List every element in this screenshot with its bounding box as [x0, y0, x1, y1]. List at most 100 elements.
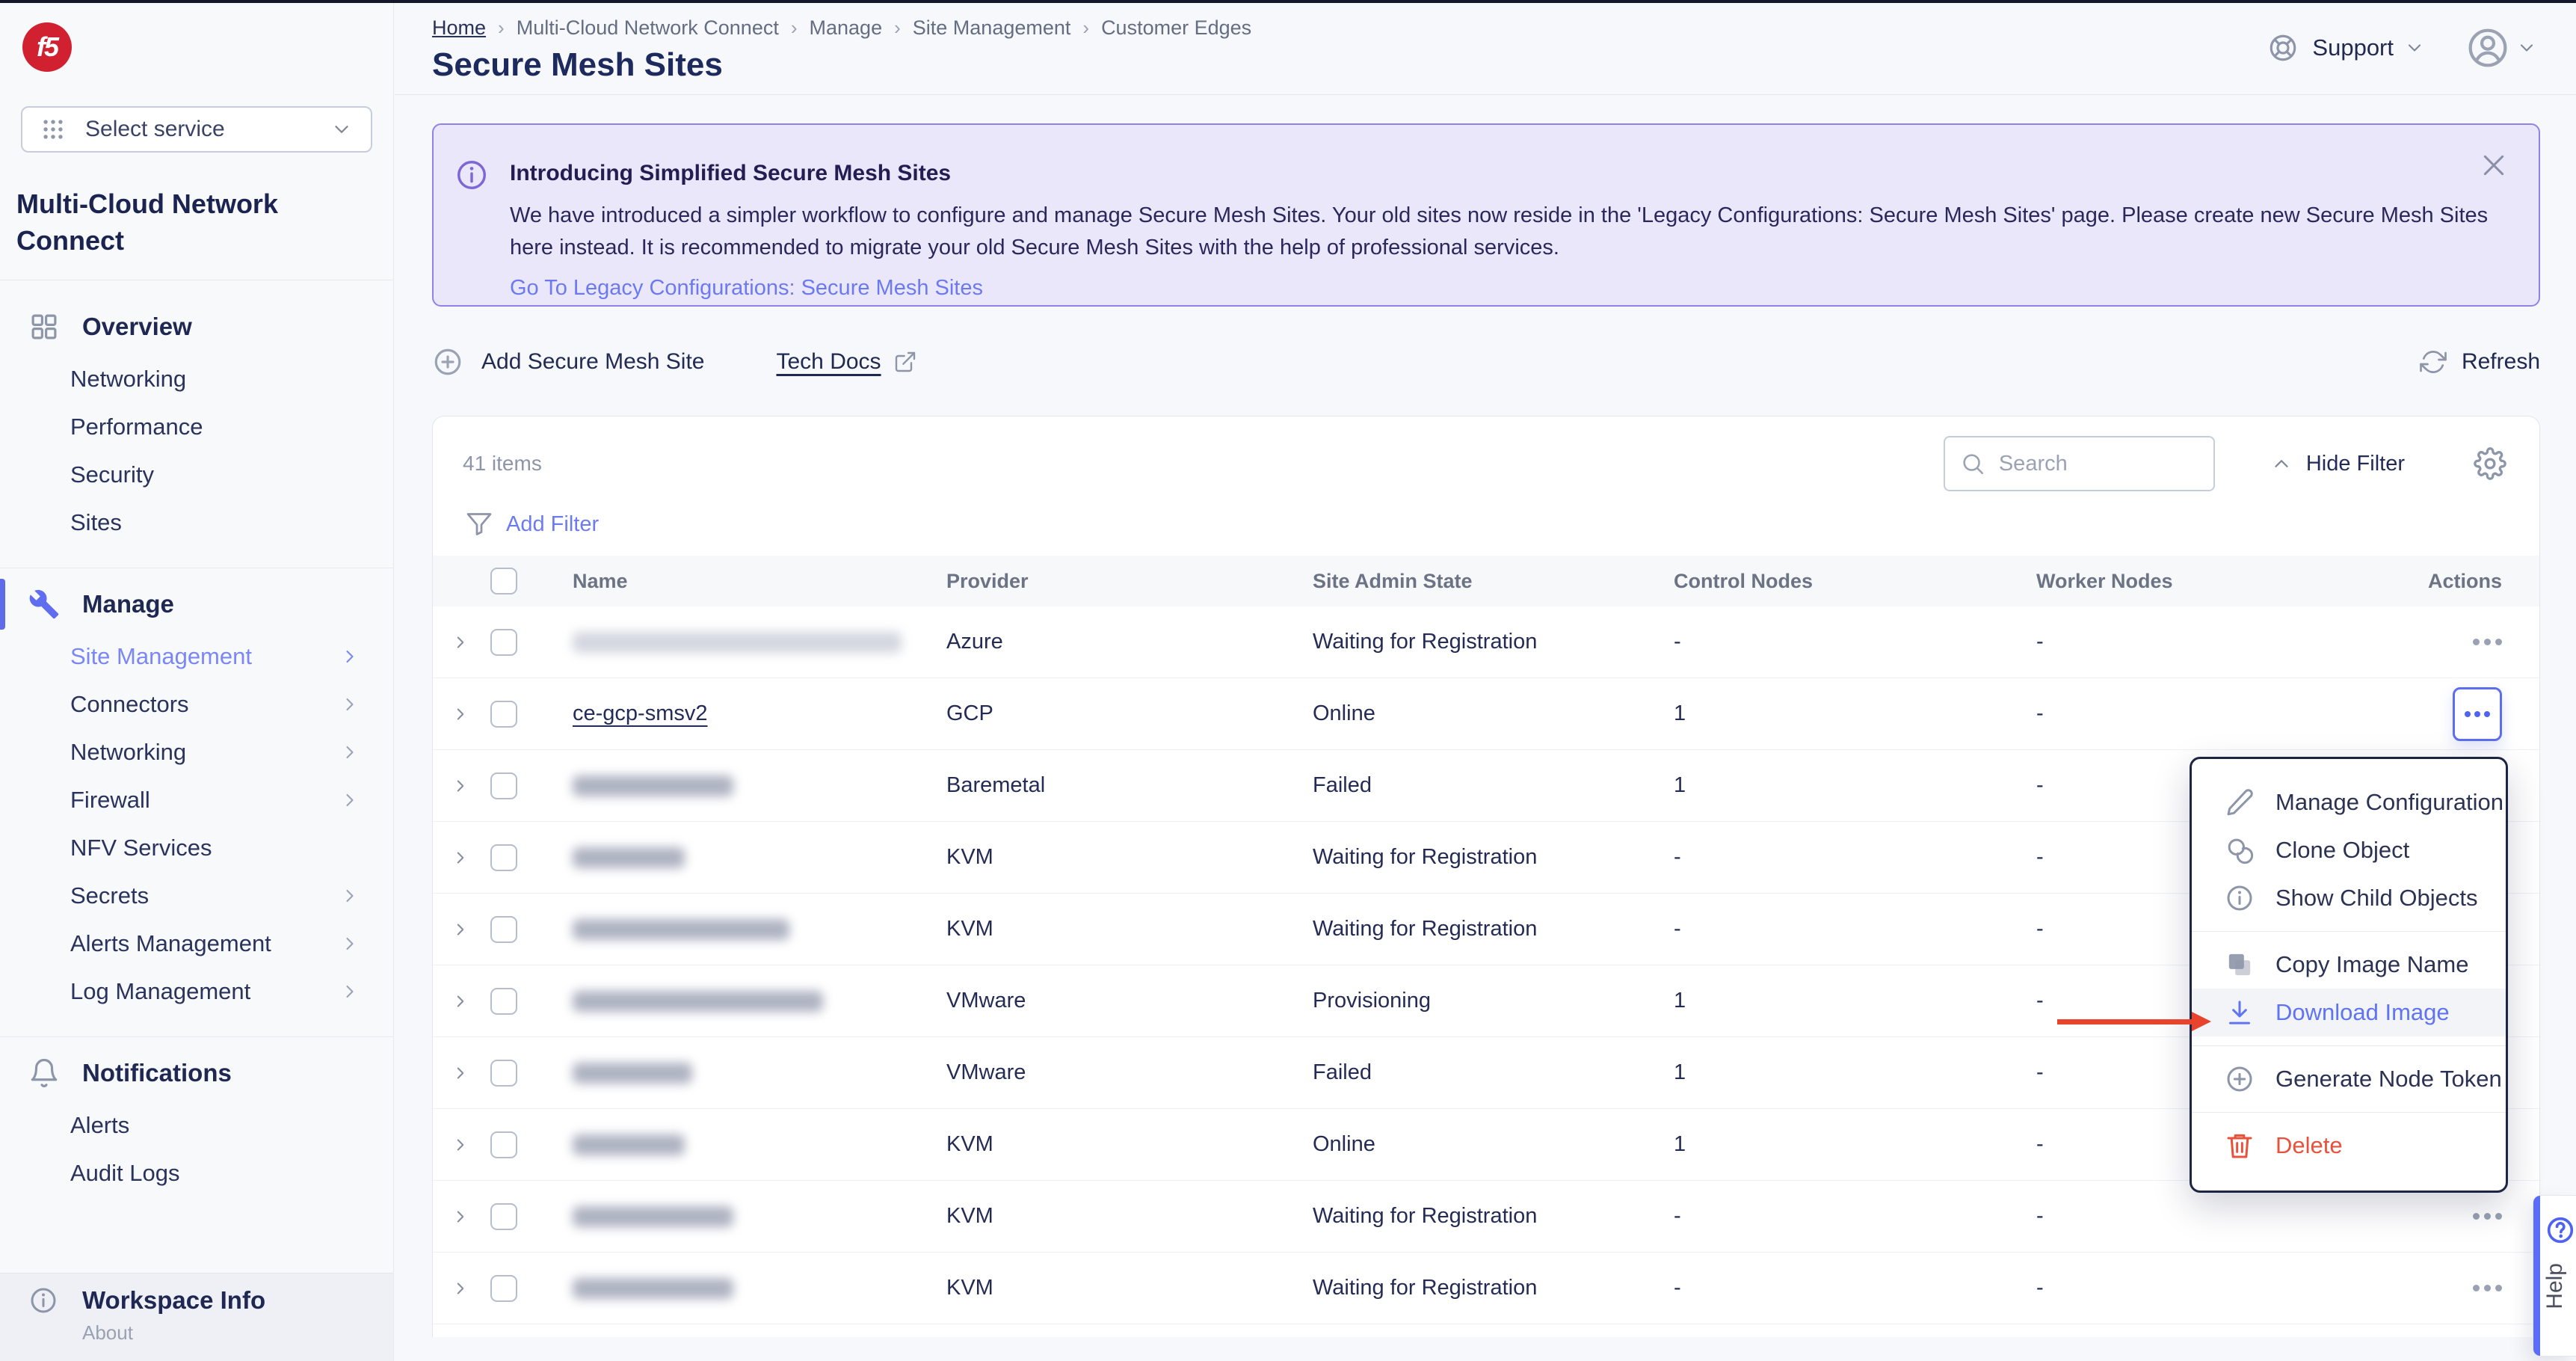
info-icon — [28, 1285, 58, 1315]
breadcrumb-item-home[interactable]: Home — [432, 16, 486, 40]
redacted-site-name — [573, 991, 823, 1012]
expand-row-button[interactable] — [451, 848, 470, 867]
row-checkbox[interactable] — [490, 1060, 517, 1087]
grid-icon — [28, 311, 60, 342]
close-icon[interactable] — [2479, 150, 2509, 180]
sidebar-item-label: Sites — [70, 509, 122, 536]
site-name-link[interactable]: ce-gcp-smsv2 — [573, 701, 708, 725]
sidebar-item-secrets[interactable]: Secrets — [0, 872, 393, 920]
support-menu-button[interactable]: Support — [2267, 32, 2425, 64]
menu-item-copy-image-name[interactable]: Copy Image Name — [2192, 941, 2506, 989]
add-filter-button[interactable]: Add Filter — [466, 511, 2539, 538]
sidebar-item-sites[interactable]: Sites — [0, 499, 393, 547]
row-checkbox[interactable] — [490, 1203, 517, 1230]
row-checkbox[interactable] — [490, 1275, 517, 1302]
cell-provider: KVM — [946, 1204, 1313, 1229]
row-checkbox[interactable] — [490, 629, 517, 656]
expand-row-button[interactable] — [451, 1207, 470, 1226]
sidebar-item-alerts-management[interactable]: Alerts Management — [0, 920, 393, 968]
expand-row-button[interactable] — [451, 776, 470, 796]
account-menu-button[interactable] — [2467, 27, 2537, 69]
cell-control-nodes: - — [1674, 917, 2036, 941]
refresh-button[interactable]: Refresh — [2420, 348, 2540, 375]
row-actions-menu-button[interactable] — [2473, 631, 2502, 653]
tech-docs-label: Tech Docs — [777, 349, 881, 375]
row-checkbox[interactable] — [490, 1131, 517, 1158]
expand-row-button[interactable] — [451, 1063, 470, 1083]
cell-provider: VMware — [946, 989, 1313, 1013]
select-service-dropdown[interactable]: Select service — [21, 106, 372, 153]
sidebar-item-label: Connectors — [70, 691, 189, 718]
sidebar-item-about[interactable]: About — [82, 1321, 393, 1345]
breadcrumb-separator: › — [498, 16, 505, 40]
column-header-provider: Provider — [946, 570, 1313, 593]
expand-row-button[interactable] — [451, 704, 470, 724]
sidebar-item-performance[interactable]: Performance — [0, 403, 393, 451]
sidebar-item-networking[interactable]: Networking — [0, 355, 393, 403]
cell-site-admin-state: Waiting for Registration — [1313, 630, 1674, 654]
row-actions-menu-button[interactable] — [2473, 1277, 2502, 1299]
expand-row-button[interactable] — [451, 1279, 470, 1298]
download-icon — [2225, 998, 2255, 1027]
expand-row-button[interactable] — [451, 920, 470, 939]
sidebar-item-firewall[interactable]: Firewall — [0, 776, 393, 824]
chevron-right-icon — [339, 981, 360, 1002]
menu-item-clone-object[interactable]: Clone Object — [2192, 826, 2506, 874]
cell-worker-nodes: - — [2036, 630, 2395, 654]
menu-item-manage-configuration[interactable]: Manage Configuration — [2192, 778, 2506, 826]
sidebar-item-audit-logs[interactable]: Audit Logs — [0, 1149, 393, 1197]
sidebar-item-security[interactable]: Security — [0, 451, 393, 499]
banner-legacy-link[interactable]: Go To Legacy Configurations: Secure Mesh… — [510, 276, 983, 301]
breadcrumb-item-multi-cloud-network-connect[interactable]: Multi-Cloud Network Connect — [517, 16, 779, 40]
sidebar-item-label: Alerts — [70, 1112, 129, 1139]
row-actions-menu-button[interactable] — [2473, 1205, 2502, 1227]
sidebar-item-connectors[interactable]: Connectors — [0, 680, 393, 728]
sidebar-item-log-management[interactable]: Log Management — [0, 968, 393, 1016]
expand-row-button[interactable] — [451, 633, 470, 652]
chevron-down-icon — [2516, 37, 2537, 58]
row-checkbox[interactable] — [490, 916, 517, 943]
cell-name — [573, 632, 946, 653]
sidebar-item-site-management[interactable]: Site Management — [0, 633, 393, 680]
row-checkbox[interactable] — [490, 988, 517, 1015]
row-checkbox[interactable] — [490, 701, 517, 728]
funnel-icon — [466, 511, 493, 538]
items-count: 41 items — [463, 452, 542, 476]
select-all-checkbox[interactable] — [490, 568, 517, 595]
cell-control-nodes: 1 — [1674, 989, 2036, 1013]
sidebar-section-label: Overview — [82, 313, 192, 341]
f5-logo: f5 — [22, 22, 72, 72]
tech-docs-link[interactable]: Tech Docs — [777, 349, 917, 375]
menu-item-generate-node-token[interactable]: Generate Node Token — [2192, 1055, 2506, 1103]
sidebar-item-networking[interactable]: Networking — [0, 728, 393, 776]
menu-item-download-image[interactable]: Download Image — [2192, 989, 2506, 1036]
sidebar-item-alerts[interactable]: Alerts — [0, 1102, 393, 1149]
breadcrumb-item-site-management[interactable]: Site Management — [913, 16, 1071, 40]
row-checkbox[interactable] — [490, 844, 517, 871]
cell-provider: KVM — [946, 1276, 1313, 1300]
row-checkbox[interactable] — [490, 772, 517, 799]
table-settings-gear-icon[interactable] — [2474, 447, 2506, 480]
breadcrumb-item-manage[interactable]: Manage — [810, 16, 883, 40]
table-row: AzureWaiting for Registration-- — [433, 606, 2539, 678]
help-tab[interactable]: Help — [2533, 1195, 2576, 1357]
search-icon — [1960, 451, 1985, 476]
add-secure-mesh-site-button[interactable]: Add Secure Mesh Site — [432, 346, 705, 378]
row-actions-cell — [2473, 1205, 2502, 1227]
info-banner: Introducing Simplified Secure Mesh Sites… — [432, 123, 2540, 307]
sidebar-item-nfv-services[interactable]: NFV Services — [0, 824, 393, 872]
sidebar-section-header-overview[interactable]: Overview — [0, 298, 393, 355]
table-row: ce-gcp-smsv2GCPOnline1- — [433, 678, 2539, 750]
row-actions-menu-button-active[interactable] — [2453, 687, 2502, 741]
menu-item-show-child-objects[interactable]: Show Child Objects — [2192, 874, 2506, 922]
cell-site-admin-state: Waiting for Registration — [1313, 845, 1674, 870]
search-input[interactable] — [1999, 452, 2193, 476]
sidebar-section-header-notifications[interactable]: Notifications — [0, 1045, 393, 1102]
workspace-info-row[interactable]: Workspace Info — [28, 1285, 393, 1315]
expand-row-button[interactable] — [451, 1135, 470, 1155]
sidebar-section-header-manage[interactable]: Manage — [0, 576, 393, 633]
hide-filter-button[interactable]: Hide Filter — [2270, 452, 2405, 476]
menu-item-delete[interactable]: Delete — [2192, 1122, 2506, 1170]
expand-row-button[interactable] — [451, 992, 470, 1011]
add-secure-mesh-site-label: Add Secure Mesh Site — [481, 349, 705, 375]
